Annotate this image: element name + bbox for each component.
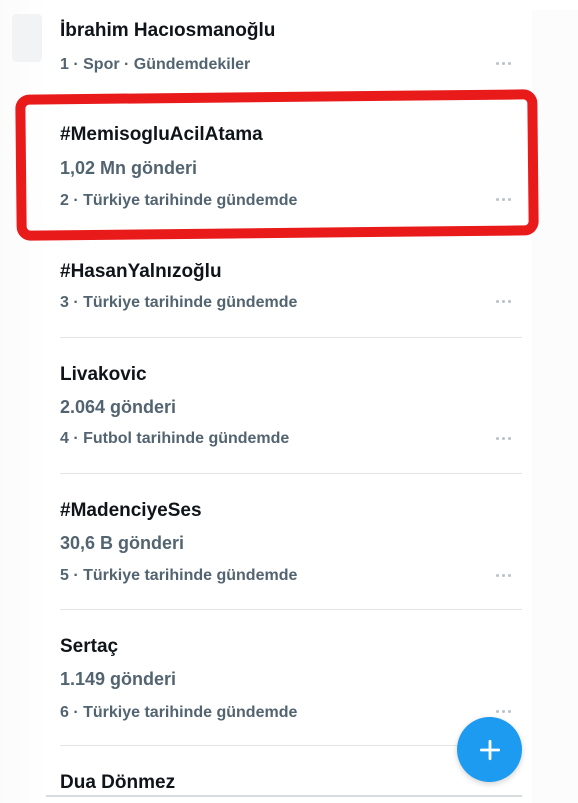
- background-ghost-panel-right: [532, 10, 578, 803]
- trend-name: #HasanYalnızoğlu: [60, 261, 222, 282]
- divider: [60, 473, 522, 474]
- compose-button[interactable]: [457, 717, 522, 782]
- plus-icon: [479, 739, 500, 760]
- trend-name: #MadenciyeSes: [60, 500, 202, 521]
- trend-name: Dua Dönmez: [60, 772, 176, 793]
- trend-meta: 5 · Türkiye tarihinde gündemde: [60, 567, 298, 584]
- more-horizontal-icon[interactable]: [494, 433, 514, 443]
- trend-name: Sertaç: [60, 636, 119, 657]
- bottom-divider: [46, 795, 522, 797]
- trend-post-count: 2.064 gönderi: [60, 397, 177, 417]
- trend-name: Livakovic: [60, 364, 147, 385]
- trend-meta: 1 · Spor · Gündemdekiler: [60, 56, 251, 73]
- red-highlight-annotation: [15, 89, 539, 241]
- trend-post-count: 30,6 B gönderi: [60, 533, 185, 553]
- more-horizontal-icon[interactable]: [494, 706, 514, 716]
- trend-meta: 6 · Türkiye tarihinde gündemde: [60, 704, 298, 721]
- more-horizontal-icon[interactable]: [494, 58, 514, 68]
- divider: [60, 337, 522, 338]
- more-horizontal-icon[interactable]: [494, 570, 514, 580]
- divider: [60, 745, 522, 746]
- trend-meta: 4 · Futbol tarihinde gündemde: [60, 430, 290, 447]
- trend-post-count: 1.149 gönderi: [60, 669, 177, 689]
- more-horizontal-icon[interactable]: [494, 296, 514, 306]
- trend-name: İbrahim Hacıosmanoğlu: [60, 20, 276, 41]
- trend-meta: 3 · Türkiye tarihinde gündemde: [60, 294, 298, 311]
- divider: [60, 609, 522, 610]
- ghost-avatar: [12, 14, 42, 62]
